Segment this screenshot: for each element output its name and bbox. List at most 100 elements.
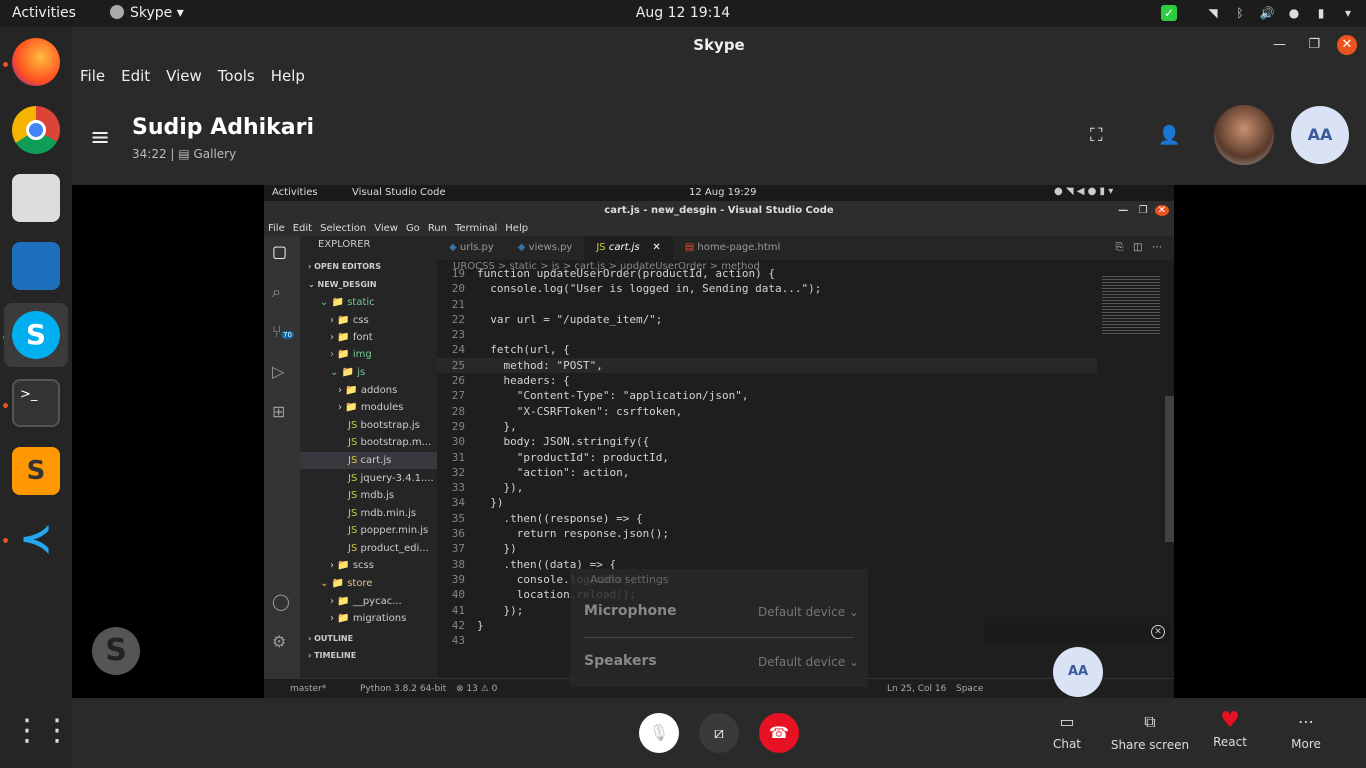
firefox-icon[interactable] [12, 38, 60, 86]
tree-label: mdb.min.js [360, 508, 417, 519]
tree-label: store [347, 578, 373, 589]
chrome-icon[interactable] [12, 106, 60, 154]
end-call-button[interactable]: ☎ [759, 713, 799, 753]
fullscreen-icon[interactable]: ⛶ [1090, 125, 1103, 146]
editor-actions: ⎘ ◫ ⋯ [1115, 242, 1162, 253]
maximize-icon[interactable]: ❐ [1308, 27, 1320, 63]
close-icon[interactable]: ✕ [1337, 35, 1357, 55]
vs-menu-file: File [268, 223, 285, 234]
vs-menu-edit: Edit [292, 223, 313, 234]
menu-file[interactable]: File [80, 67, 105, 85]
speakers-value: Default device [758, 655, 846, 669]
tree-label: __pycac... [352, 596, 402, 607]
show-apps-icon[interactable]: ⋮⋮⋮ [12, 707, 102, 755]
tab-label: views.py [528, 242, 573, 253]
timeline-label: TIMELINE [314, 651, 357, 660]
more-icon: ⋯ [1298, 712, 1314, 731]
line-text: body: JSON.stringify({ [477, 435, 650, 449]
react-button[interactable]: ♥ React [1190, 698, 1270, 768]
tree-label: product_edi... [360, 543, 429, 554]
timeline-section: › TIMELINE [308, 651, 357, 660]
self-avatar[interactable]: AA [1291, 106, 1349, 164]
call-controls: 🎙 ⧄ ☎ ▭ Chat ⧉ Share screen ♥ React ⋯ More [72, 698, 1366, 768]
tab-home: ▤ home-page.html [684, 242, 781, 253]
volume-icon[interactable]: 🔊 [1259, 5, 1275, 21]
code-line: 35 .then((response) => { [437, 511, 1097, 526]
line-text: }, [477, 419, 517, 433]
indentation: Space [956, 684, 984, 694]
battery-icon[interactable]: ▮ [1313, 5, 1329, 21]
menu-help[interactable]: Help [271, 67, 305, 85]
project-root: ⌄ NEW_DESGIN [308, 280, 377, 289]
vs-tray-icons: ● ◥ ◀ ● ▮ ▾ [1054, 186, 1114, 197]
source-control-icon: ⑂ 70 [272, 322, 294, 341]
tray-spacer [1188, 5, 1194, 21]
line-number: 32 [451, 465, 465, 479]
mute-button[interactable]: 🎙 [639, 713, 679, 753]
line-text: }) [477, 496, 504, 510]
speakers-select[interactable]: Default device ⌄ [758, 655, 859, 669]
line-text: "X-CSRFToken": csrftoken, [477, 404, 683, 418]
check-shield-icon[interactable]: ✓ [1161, 5, 1177, 21]
code-line: 21 [437, 297, 1097, 312]
line-number: 30 [451, 435, 465, 449]
line-number: 35 [451, 511, 465, 525]
close-notification-icon[interactable]: ✕ [1151, 625, 1165, 639]
code-line: 24 fetch(url, { [437, 342, 1097, 357]
speakers-label: Speakers [584, 653, 657, 669]
vs-activities: Activities [272, 187, 318, 198]
tree-item: ⌄ 📁 js [330, 367, 366, 378]
chat-button[interactable]: ▭ Chat [1027, 698, 1107, 768]
code-line: 34 }) [437, 495, 1097, 510]
view-mode[interactable]: Gallery [193, 147, 236, 161]
code-line: 19 function updateUserOrder(productId, ac… [437, 266, 1097, 281]
microphone-select[interactable]: Default device ⌄ [758, 605, 859, 619]
menu-view[interactable]: View [166, 67, 202, 85]
line-number: 20 [451, 282, 465, 296]
files-icon[interactable] [12, 174, 60, 222]
share-screen-button[interactable]: ⧉ Share screen [1110, 698, 1190, 768]
tree-label: bootstrap.m... [360, 437, 432, 448]
line-text: headers: { [477, 374, 570, 388]
self-preview-avatar[interactable]: AA [1053, 647, 1103, 697]
skype-icon[interactable]: S [12, 311, 60, 359]
vscode-icon[interactable]: ≺ [12, 515, 60, 563]
terminal-icon[interactable]: >_ [12, 379, 60, 427]
vs-system-bar: Activities Visual Studio Code 12 Aug 19:… [264, 185, 1174, 201]
tree-label: migrations [352, 613, 407, 624]
line-number: 28 [451, 404, 465, 418]
line-number: 38 [451, 557, 465, 571]
writer-icon[interactable] [12, 242, 60, 290]
caret-down-icon[interactable]: ▾ [1340, 5, 1356, 21]
tree-label: addons [360, 385, 398, 396]
system-top-bar: Activities Skype ▾ Aug 12 19:14 ✓ ◥ ᛒ 🔊 … [0, 0, 1366, 27]
code-line: 25 method: "POST", [437, 357, 1097, 374]
editor-tabs: ◆ urls.py ◆ views.py JS cart.js ✕ ▤ home… [437, 236, 1174, 260]
self-preview-initials: AA [1067, 664, 1089, 679]
line-text: } [477, 618, 484, 632]
add-person-icon[interactable]: 👤 [1158, 125, 1180, 146]
code-line: 26 headers: { [437, 373, 1097, 388]
shared-screen-stage: Activities Visual Studio Code 12 Aug 19:… [72, 185, 1366, 698]
sublime-icon[interactable]: S [12, 447, 60, 495]
menu-edit[interactable]: Edit [121, 67, 150, 85]
video-off-icon: ⧄ [713, 723, 725, 742]
participant-avatar[interactable] [1214, 105, 1274, 165]
tree-item: JS bootstrap.js [348, 420, 420, 431]
line-text: "action": action, [477, 465, 630, 479]
microphone-icon[interactable]: ● [1286, 5, 1302, 21]
bluetooth-icon[interactable]: ᛒ [1232, 5, 1248, 21]
video-button[interactable]: ⧄ [699, 713, 739, 753]
wifi-icon[interactable]: ◥ [1205, 5, 1221, 21]
line-text: method: "POST", [477, 358, 603, 372]
system-tray[interactable]: ✓ ◥ ᛒ 🔊 ● ▮ ▾ [1161, 5, 1356, 21]
vs-menu-help: Help [505, 223, 529, 234]
minimize-icon[interactable]: — [1273, 27, 1286, 63]
running-indicator [3, 62, 8, 67]
vs-title: cart.js - new_desgin - Visual Studio Cod… [604, 205, 834, 216]
hamburger-icon[interactable]: ≡ [90, 123, 110, 151]
menu-tools[interactable]: Tools [218, 67, 255, 85]
gallery-icon: ▤ [178, 147, 190, 161]
more-button[interactable]: ⋯ More [1266, 698, 1346, 768]
tree-label: font [352, 332, 373, 343]
